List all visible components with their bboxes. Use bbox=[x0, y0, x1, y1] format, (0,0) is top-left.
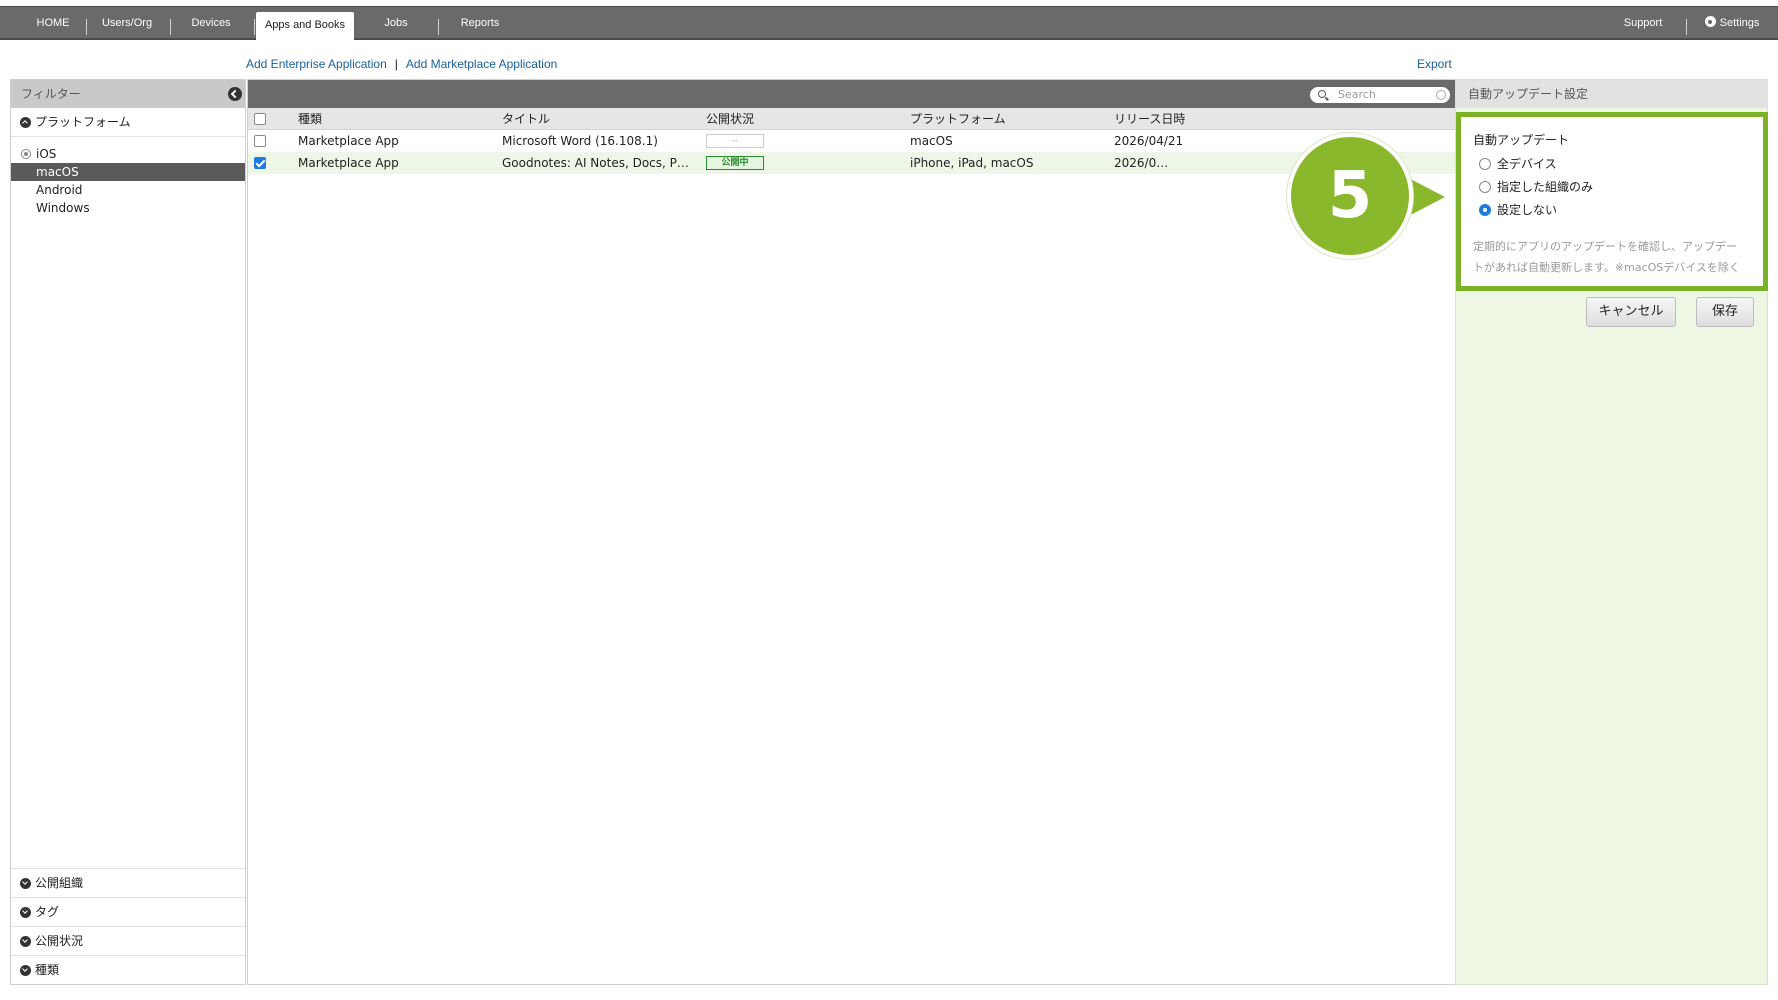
row-checkbox[interactable] bbox=[254, 157, 266, 169]
platform-tree: iOS macOS Android Windows bbox=[11, 137, 245, 217]
table-row[interactable]: Marketplace App Goodnotes: AI Notes, Doc… bbox=[248, 152, 1456, 174]
save-button[interactable]: 保存 bbox=[1696, 297, 1754, 327]
cell-title: Goodnotes: AI Notes, Docs, PDF (7.... bbox=[502, 156, 697, 170]
column-header-platform[interactable]: プラットフォーム bbox=[910, 108, 1006, 130]
radio-icon[interactable] bbox=[1479, 158, 1491, 170]
tree-item-ios[interactable]: iOS bbox=[11, 145, 245, 163]
export-link[interactable]: Export bbox=[1417, 57, 1452, 71]
cell-platform: macOS bbox=[910, 134, 953, 148]
column-header-title[interactable]: タイトル bbox=[502, 108, 550, 130]
filter-sections: 公開組織 タグ 公開状況 種類 bbox=[11, 868, 245, 984]
option-all-devices[interactable]: 全デバイス bbox=[1473, 157, 1557, 171]
search-icon bbox=[1318, 90, 1326, 98]
link-separator: | bbox=[394, 57, 398, 71]
collapse-sidebar-icon[interactable] bbox=[228, 87, 242, 101]
section-toggle-tags[interactable]: タグ bbox=[11, 897, 245, 926]
tab-apps-and-books[interactable]: Apps and Books bbox=[256, 12, 354, 41]
tab-users-org[interactable]: Users/Org bbox=[92, 7, 162, 39]
status-badge: 公開中 bbox=[706, 156, 764, 170]
option-label: 全デバイス bbox=[1497, 157, 1557, 171]
app-window: HOME Users/Org Devices Apps and Books Jo… bbox=[0, 0, 1778, 1000]
tab-separator bbox=[86, 19, 87, 35]
top-nav: HOME Users/Org Devices Apps and Books Jo… bbox=[0, 6, 1778, 41]
column-header-release-date[interactable]: リリース日時 bbox=[1114, 108, 1185, 130]
status-badge: -- bbox=[706, 134, 764, 148]
section-label: タグ bbox=[35, 905, 60, 919]
section-label: 公開状況 bbox=[35, 934, 84, 948]
cell-release-date: 2026/05/0 bbox=[1114, 156, 1174, 170]
select-all-checkbox[interactable] bbox=[254, 113, 266, 125]
section-toggle-published-orgs[interactable]: 公開組織 bbox=[11, 868, 245, 897]
auto-update-description: 定期的にアプリのアップデートを確認し、アップデー トがあれば自動更新します。※m… bbox=[1473, 236, 1763, 278]
tab-jobs[interactable]: Jobs bbox=[366, 7, 426, 39]
tree-item-label: iOS bbox=[36, 147, 57, 161]
tab-separator bbox=[170, 19, 171, 35]
table-toolbar: Search bbox=[248, 80, 1456, 108]
tree-item-label: macOS bbox=[36, 165, 79, 179]
support-link[interactable]: Support bbox=[1610, 7, 1676, 39]
cancel-button[interactable]: キャンセル bbox=[1586, 297, 1676, 327]
cell-type: Marketplace App bbox=[298, 156, 399, 170]
description-line: 定期的にアプリのアップデートを確認し、アップデー bbox=[1473, 240, 1737, 253]
filter-sidebar: フィルター プラットフォーム iOS macOS Android Windows bbox=[10, 79, 246, 985]
table-header: 種類 タイトル 公開状況 プラットフォーム リリース日時 bbox=[248, 108, 1456, 130]
search-input[interactable]: Search bbox=[1310, 87, 1450, 103]
app-table-panel: Search 種類 タイトル 公開状況 プラットフォーム リリース日時 Mark… bbox=[247, 79, 1457, 985]
cell-release-date: 2026/04/21 bbox=[1114, 134, 1184, 148]
column-header-status[interactable]: 公開状況 bbox=[706, 108, 754, 130]
search-placeholder: Search bbox=[1338, 88, 1376, 101]
filter-title: フィルター bbox=[21, 87, 81, 101]
node-icon bbox=[21, 149, 31, 159]
cell-title: Microsoft Word (16.108.1) bbox=[502, 134, 658, 148]
section-label: 種類 bbox=[35, 963, 60, 977]
chevron-down-icon bbox=[20, 965, 31, 976]
section-toggle-type[interactable]: 種類 bbox=[11, 955, 245, 984]
tab-separator bbox=[438, 19, 439, 35]
settings-link[interactable]: Settings bbox=[1694, 7, 1770, 39]
auto-update-panel-header: 自動アップデート設定 bbox=[1456, 80, 1767, 108]
tab-separator bbox=[254, 19, 255, 35]
filter-header: フィルター bbox=[11, 80, 245, 108]
tab-separator bbox=[1686, 19, 1687, 35]
radio-icon[interactable] bbox=[1479, 181, 1491, 193]
tab-home[interactable]: HOME bbox=[18, 7, 88, 39]
chevron-down-icon bbox=[20, 878, 31, 889]
action-links: Add Enterprise Application | Add Marketpla… bbox=[246, 57, 557, 71]
section-label: 公開組織 bbox=[35, 876, 84, 890]
row-checkbox[interactable] bbox=[254, 135, 266, 147]
cell-platform: iPhone, iPad, macOS bbox=[910, 156, 1034, 170]
chevron-down-icon bbox=[20, 936, 31, 947]
auto-update-title: 自動アップデート bbox=[1473, 133, 1570, 147]
tree-item-android[interactable]: Android bbox=[11, 181, 245, 199]
option-none[interactable]: 設定しない bbox=[1473, 203, 1557, 217]
tree-item-windows[interactable]: Windows bbox=[11, 199, 245, 217]
auto-update-panel: 自動アップデート設定 自動アップデート 全デバイス 指定した組織のみ 設定しない… bbox=[1455, 79, 1768, 985]
option-label: 設定しない bbox=[1497, 203, 1558, 217]
table-row[interactable]: Marketplace App Microsoft Word (16.108.1… bbox=[248, 130, 1456, 152]
platform-section-toggle[interactable]: プラットフォーム bbox=[11, 108, 245, 137]
option-label: 指定した組織のみ bbox=[1497, 180, 1594, 194]
platform-section-label: プラットフォーム bbox=[35, 115, 131, 129]
add-marketplace-app-link[interactable]: Add Marketplace Application bbox=[406, 57, 557, 71]
tree-item-label: Android bbox=[36, 183, 83, 197]
tree-item-label: Windows bbox=[36, 201, 90, 215]
column-header-type[interactable]: 種類 bbox=[298, 108, 322, 130]
tree-item-macos[interactable]: macOS bbox=[11, 163, 245, 181]
step-callout: 5 bbox=[1287, 133, 1413, 259]
clear-search-icon[interactable] bbox=[1436, 90, 1446, 100]
tab-reports[interactable]: Reports bbox=[446, 7, 514, 39]
chevron-down-icon bbox=[20, 907, 31, 918]
description-line: トがあれば自動更新します。※macOSデバイスを除く bbox=[1473, 261, 1740, 274]
gear-icon bbox=[1704, 16, 1716, 27]
chevron-up-icon bbox=[20, 117, 31, 128]
section-toggle-publish-status[interactable]: 公開状況 bbox=[11, 926, 245, 955]
radio-selected-icon[interactable] bbox=[1479, 204, 1491, 216]
tab-devices[interactable]: Devices bbox=[176, 7, 246, 39]
option-specified-orgs[interactable]: 指定した組織のみ bbox=[1473, 180, 1593, 194]
auto-update-options-box: 自動アップデート 全デバイス 指定した組織のみ 設定しない 定期的にアプリのアッ… bbox=[1456, 112, 1768, 291]
settings-label: Settings bbox=[1719, 17, 1760, 29]
add-enterprise-app-link[interactable]: Add Enterprise Application bbox=[246, 57, 387, 71]
cell-type: Marketplace App bbox=[298, 134, 399, 148]
